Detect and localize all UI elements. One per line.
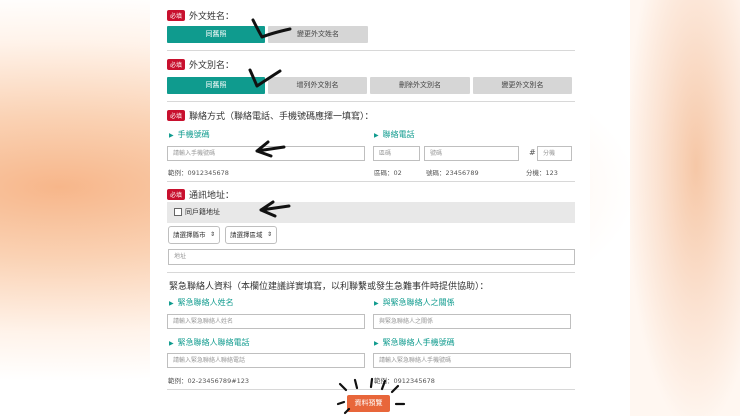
- emphasis-marks-icon: [336, 377, 406, 415]
- handwritten-annotations: [248, 18, 406, 415]
- check-mark-icon: [248, 68, 282, 88]
- arrow-left-icon: [255, 140, 286, 158]
- arrow-left-icon: [259, 200, 291, 218]
- check-mark-icon: [251, 18, 292, 39]
